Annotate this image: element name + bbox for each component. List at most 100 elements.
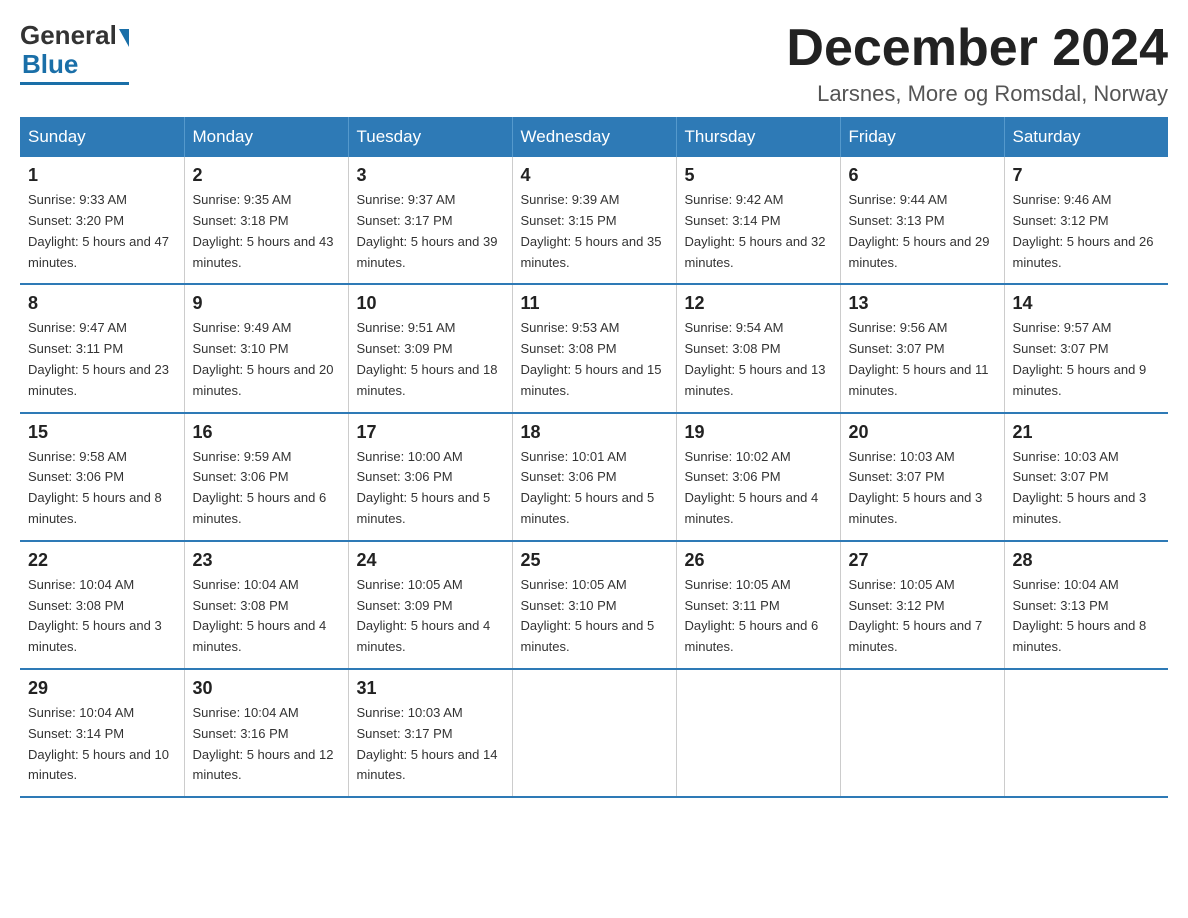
day-number: 9 — [193, 293, 340, 314]
sunset-label: Sunset: 3:08 PM — [28, 598, 124, 613]
day-info: Sunrise: 9:46 AM Sunset: 3:12 PM Dayligh… — [1013, 190, 1161, 273]
daylight-label: Daylight: 5 hours and 5 minutes. — [357, 490, 491, 526]
daylight-label: Daylight: 5 hours and 15 minutes. — [521, 362, 662, 398]
sunrise-label: Sunrise: 9:49 AM — [193, 320, 292, 335]
day-number: 23 — [193, 550, 340, 571]
daylight-label: Daylight: 5 hours and 8 minutes. — [1013, 618, 1147, 654]
sunrise-label: Sunrise: 10:03 AM — [849, 449, 955, 464]
day-number: 18 — [521, 422, 668, 443]
day-number: 20 — [849, 422, 996, 443]
day-number: 15 — [28, 422, 176, 443]
sunrise-label: Sunrise: 9:57 AM — [1013, 320, 1112, 335]
sunset-label: Sunset: 3:15 PM — [521, 213, 617, 228]
day-number: 29 — [28, 678, 176, 699]
sunset-label: Sunset: 3:10 PM — [521, 598, 617, 613]
sunrise-label: Sunrise: 10:05 AM — [521, 577, 627, 592]
sunset-label: Sunset: 3:18 PM — [193, 213, 289, 228]
calendar-cell: 9 Sunrise: 9:49 AM Sunset: 3:10 PM Dayli… — [184, 284, 348, 412]
sunset-label: Sunset: 3:08 PM — [685, 341, 781, 356]
day-number: 7 — [1013, 165, 1161, 186]
sunrise-label: Sunrise: 10:00 AM — [357, 449, 463, 464]
day-number: 28 — [1013, 550, 1161, 571]
sunrise-label: Sunrise: 9:37 AM — [357, 192, 456, 207]
day-info: Sunrise: 10:00 AM Sunset: 3:06 PM Daylig… — [357, 447, 504, 530]
daylight-label: Daylight: 5 hours and 14 minutes. — [357, 747, 498, 783]
sunrise-label: Sunrise: 9:58 AM — [28, 449, 127, 464]
sunrise-label: Sunrise: 9:47 AM — [28, 320, 127, 335]
sunrise-label: Sunrise: 10:05 AM — [849, 577, 955, 592]
calendar-cell: 28 Sunrise: 10:04 AM Sunset: 3:13 PM Day… — [1004, 541, 1168, 669]
daylight-label: Daylight: 5 hours and 39 minutes. — [357, 234, 498, 270]
calendar-cell: 2 Sunrise: 9:35 AM Sunset: 3:18 PM Dayli… — [184, 157, 348, 284]
day-number: 17 — [357, 422, 504, 443]
column-header-thursday: Thursday — [676, 117, 840, 157]
calendar-cell — [512, 669, 676, 797]
calendar-cell: 7 Sunrise: 9:46 AM Sunset: 3:12 PM Dayli… — [1004, 157, 1168, 284]
day-info: Sunrise: 10:03 AM Sunset: 3:07 PM Daylig… — [849, 447, 996, 530]
calendar-cell: 20 Sunrise: 10:03 AM Sunset: 3:07 PM Day… — [840, 413, 1004, 541]
sunset-label: Sunset: 3:13 PM — [1013, 598, 1109, 613]
logo-blue-text: Blue — [22, 49, 78, 80]
sunset-label: Sunset: 3:12 PM — [849, 598, 945, 613]
location-title: Larsnes, More og Romsdal, Norway — [786, 81, 1168, 107]
sunset-label: Sunset: 3:07 PM — [1013, 469, 1109, 484]
day-number: 31 — [357, 678, 504, 699]
sunrise-label: Sunrise: 9:51 AM — [357, 320, 456, 335]
calendar-cell: 27 Sunrise: 10:05 AM Sunset: 3:12 PM Day… — [840, 541, 1004, 669]
day-number: 6 — [849, 165, 996, 186]
day-info: Sunrise: 10:04 AM Sunset: 3:08 PM Daylig… — [28, 575, 176, 658]
column-header-saturday: Saturday — [1004, 117, 1168, 157]
daylight-label: Daylight: 5 hours and 35 minutes. — [521, 234, 662, 270]
day-number: 24 — [357, 550, 504, 571]
day-info: Sunrise: 10:03 AM Sunset: 3:07 PM Daylig… — [1013, 447, 1161, 530]
calendar-week-row: 15 Sunrise: 9:58 AM Sunset: 3:06 PM Dayl… — [20, 413, 1168, 541]
day-number: 13 — [849, 293, 996, 314]
daylight-label: Daylight: 5 hours and 6 minutes. — [685, 618, 819, 654]
daylight-label: Daylight: 5 hours and 5 minutes. — [521, 490, 655, 526]
day-info: Sunrise: 9:53 AM Sunset: 3:08 PM Dayligh… — [521, 318, 668, 401]
day-info: Sunrise: 10:04 AM Sunset: 3:13 PM Daylig… — [1013, 575, 1161, 658]
daylight-label: Daylight: 5 hours and 29 minutes. — [849, 234, 990, 270]
day-info: Sunrise: 9:42 AM Sunset: 3:14 PM Dayligh… — [685, 190, 832, 273]
sunrise-label: Sunrise: 10:04 AM — [28, 705, 134, 720]
sunrise-label: Sunrise: 9:33 AM — [28, 192, 127, 207]
calendar-cell: 6 Sunrise: 9:44 AM Sunset: 3:13 PM Dayli… — [840, 157, 1004, 284]
sunrise-label: Sunrise: 10:04 AM — [1013, 577, 1119, 592]
sunset-label: Sunset: 3:06 PM — [193, 469, 289, 484]
calendar-cell: 17 Sunrise: 10:00 AM Sunset: 3:06 PM Day… — [348, 413, 512, 541]
sunset-label: Sunset: 3:09 PM — [357, 341, 453, 356]
day-number: 12 — [685, 293, 832, 314]
sunset-label: Sunset: 3:10 PM — [193, 341, 289, 356]
calendar-cell: 23 Sunrise: 10:04 AM Sunset: 3:08 PM Day… — [184, 541, 348, 669]
calendar-header-row: SundayMondayTuesdayWednesdayThursdayFrid… — [20, 117, 1168, 157]
daylight-label: Daylight: 5 hours and 5 minutes. — [521, 618, 655, 654]
sunset-label: Sunset: 3:16 PM — [193, 726, 289, 741]
day-number: 19 — [685, 422, 832, 443]
sunrise-label: Sunrise: 10:03 AM — [357, 705, 463, 720]
sunset-label: Sunset: 3:06 PM — [357, 469, 453, 484]
day-info: Sunrise: 9:35 AM Sunset: 3:18 PM Dayligh… — [193, 190, 340, 273]
calendar-week-row: 29 Sunrise: 10:04 AM Sunset: 3:14 PM Day… — [20, 669, 1168, 797]
day-info: Sunrise: 10:02 AM Sunset: 3:06 PM Daylig… — [685, 447, 832, 530]
day-number: 11 — [521, 293, 668, 314]
calendar-week-row: 1 Sunrise: 9:33 AM Sunset: 3:20 PM Dayli… — [20, 157, 1168, 284]
calendar-cell: 3 Sunrise: 9:37 AM Sunset: 3:17 PM Dayli… — [348, 157, 512, 284]
calendar-cell: 21 Sunrise: 10:03 AM Sunset: 3:07 PM Day… — [1004, 413, 1168, 541]
daylight-label: Daylight: 5 hours and 12 minutes. — [193, 747, 334, 783]
calendar-cell: 13 Sunrise: 9:56 AM Sunset: 3:07 PM Dayl… — [840, 284, 1004, 412]
day-info: Sunrise: 10:05 AM Sunset: 3:09 PM Daylig… — [357, 575, 504, 658]
day-number: 4 — [521, 165, 668, 186]
calendar-cell: 14 Sunrise: 9:57 AM Sunset: 3:07 PM Dayl… — [1004, 284, 1168, 412]
day-info: Sunrise: 9:51 AM Sunset: 3:09 PM Dayligh… — [357, 318, 504, 401]
daylight-label: Daylight: 5 hours and 4 minutes. — [685, 490, 819, 526]
calendar-table: SundayMondayTuesdayWednesdayThursdayFrid… — [20, 117, 1168, 798]
daylight-label: Daylight: 5 hours and 20 minutes. — [193, 362, 334, 398]
daylight-label: Daylight: 5 hours and 8 minutes. — [28, 490, 162, 526]
daylight-label: Daylight: 5 hours and 26 minutes. — [1013, 234, 1154, 270]
day-info: Sunrise: 9:54 AM Sunset: 3:08 PM Dayligh… — [685, 318, 832, 401]
day-info: Sunrise: 10:05 AM Sunset: 3:12 PM Daylig… — [849, 575, 996, 658]
day-number: 26 — [685, 550, 832, 571]
day-number: 5 — [685, 165, 832, 186]
daylight-label: Daylight: 5 hours and 32 minutes. — [685, 234, 826, 270]
sunset-label: Sunset: 3:06 PM — [28, 469, 124, 484]
